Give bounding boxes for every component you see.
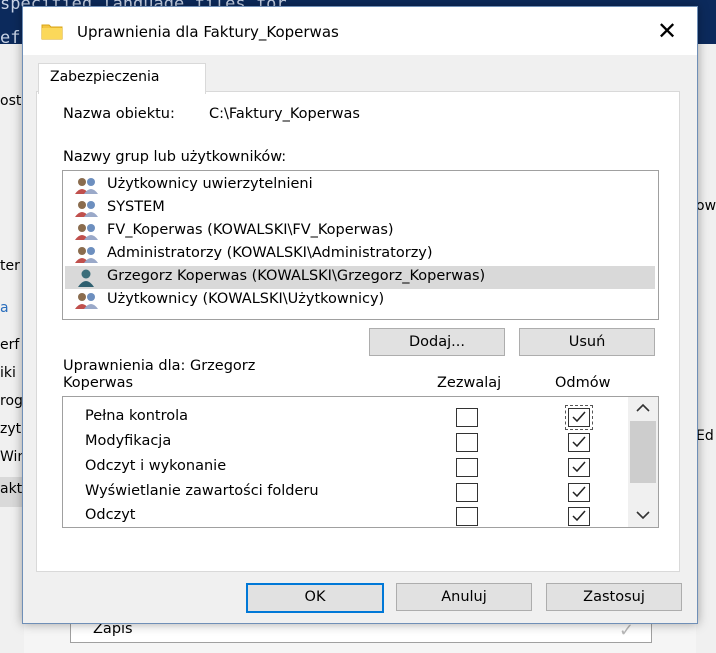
permissions-for-label-continued: Koperwas <box>63 375 134 391</box>
permissions-scrollbar[interactable] <box>628 397 658 527</box>
permission-name: Odczyt i wykonanie <box>85 458 227 474</box>
chevron-down-icon <box>636 511 650 520</box>
checkmark-icon <box>572 510 586 522</box>
permission-name: Pełna kontrola <box>85 408 189 424</box>
allow-checkbox[interactable] <box>456 483 478 502</box>
permission-name: Odczyt <box>85 507 136 523</box>
permissions-for-label: Uprawnienia dla: Grzegorz <box>63 358 256 374</box>
close-button[interactable]: ✕ <box>641 15 689 47</box>
user-icon <box>78 269 94 287</box>
background-window-right: ow Ed <box>696 44 716 653</box>
title-bar: Uprawnienia dla Faktury_Koperwas ✕ <box>23 7 697 55</box>
checkmark-icon <box>572 436 586 448</box>
list-item[interactable]: FV_Koperwas (KOWALSKI\FV_Koperwas) <box>65 220 655 243</box>
folder-icon <box>41 24 63 40</box>
tab-label: Zabezpieczenia <box>50 69 160 85</box>
list-item[interactable]: Administratorzy (KOWALSKI\Administratorz… <box>65 243 655 266</box>
background-selected-strip: akt <box>0 477 24 507</box>
chevron-up-icon <box>636 403 650 412</box>
background-text: iki <box>0 365 16 381</box>
apply-button[interactable]: Zastosuj <box>546 583 682 611</box>
dialog-title: Uprawnienia dla Faktury_Koperwas <box>77 23 339 41</box>
user-name: Użytkownicy (KOWALSKI\Użytkownicy) <box>107 291 385 307</box>
permission-row: Odczyt i wykonanie <box>63 454 623 479</box>
list-item[interactable]: SYSTEM <box>65 197 655 220</box>
close-icon: ✕ <box>657 17 678 45</box>
list-item[interactable]: Użytkownicy uwierzytelnieni <box>65 174 655 197</box>
permission-row: Wyświetlanie zawartości folderu <box>63 479 623 504</box>
deny-column-header: Odmów <box>555 375 611 391</box>
user-name: Użytkownicy uwierzytelnieni <box>107 176 313 192</box>
checkmark-icon <box>572 486 586 498</box>
dialog-footer: OK Anuluj Zastosuj <box>23 572 697 623</box>
background-text: akt <box>0 481 23 497</box>
user-group-icon <box>75 224 98 240</box>
background-text: rog <box>0 393 23 409</box>
allow-checkbox[interactable] <box>456 408 478 427</box>
user-name: SYSTEM <box>107 199 165 215</box>
users-list[interactable]: Użytkownicy uwierzytelnieni SYSTEM FV_Ko… <box>62 170 659 320</box>
permission-name: Modyfikacja <box>85 433 172 449</box>
checkmark-icon <box>572 411 586 423</box>
deny-checkbox[interactable] <box>568 458 590 477</box>
deny-checkbox[interactable] <box>568 483 590 502</box>
background-text: ter <box>0 258 20 274</box>
user-group-icon <box>75 201 98 217</box>
user-name: Grzegorz Koperwas (KOWALSKI\Grzegorz_Kop… <box>107 268 486 284</box>
user-group-icon <box>75 247 98 263</box>
background-window-left: ost ter a erf iki rog zyt Win <box>0 44 26 653</box>
permission-name: Wyświetlanie zawartości folderu <box>85 483 319 499</box>
background-text: Ed <box>696 428 714 444</box>
user-name: FV_Koperwas (KOWALSKI\FV_Koperwas) <box>107 222 394 238</box>
permissions-dialog: Uprawnienia dla Faktury_Koperwas ✕ Zabez… <box>22 6 698 624</box>
ok-button[interactable]: OK <box>246 583 384 613</box>
user-group-icon <box>75 293 98 309</box>
scroll-thumb[interactable] <box>630 421 656 483</box>
background-text: ow <box>696 198 716 214</box>
permission-row: Modyfikacja <box>63 429 623 454</box>
background-text: ost <box>0 93 22 109</box>
cancel-button[interactable]: Anuluj <box>396 583 532 611</box>
deny-checkbox[interactable] <box>568 433 590 452</box>
security-tab-panel: Nazwa obiektu: C:\Faktury_Koperwas Nazwy… <box>36 91 680 572</box>
scroll-down-button[interactable] <box>628 503 658 527</box>
background-text: erf <box>0 337 20 353</box>
list-item[interactable]: Grzegorz Koperwas (KOWALSKI\Grzegorz_Kop… <box>65 266 655 289</box>
permissions-list[interactable]: Pełna kontrola Modyfikacja Odczyt i wyko… <box>62 396 659 528</box>
permission-row: Pełna kontrola <box>63 404 623 430</box>
console-line: ef <box>0 28 21 44</box>
background-text: zyt <box>0 421 22 437</box>
allow-checkbox[interactable] <box>456 433 478 452</box>
deny-checkbox[interactable] <box>565 405 593 430</box>
allow-checkbox[interactable] <box>456 458 478 477</box>
add-button[interactable]: Dodaj... <box>369 328 505 356</box>
allow-column-header: Zezwalaj <box>437 375 502 391</box>
background-text: a <box>0 300 9 316</box>
object-name-value: C:\Faktury_Koperwas <box>209 106 360 122</box>
groups-users-label: Nazwy grup lub użytkowników: <box>63 149 287 165</box>
remove-button[interactable]: Usuń <box>519 328 655 356</box>
permission-row: Odczyt <box>63 503 623 527</box>
tab-security[interactable]: Zabezpieczenia <box>38 63 206 94</box>
allow-checkbox[interactable] <box>456 507 478 526</box>
deny-checkbox[interactable] <box>568 507 590 526</box>
scroll-up-button[interactable] <box>628 397 658 421</box>
object-name-label: Nazwa obiektu: <box>63 106 175 122</box>
list-item[interactable]: Użytkownicy (KOWALSKI\Użytkownicy) <box>65 289 655 312</box>
user-name: Administratorzy (KOWALSKI\Administratorz… <box>107 245 433 261</box>
user-group-icon <box>75 178 98 194</box>
checkmark-icon <box>572 461 586 473</box>
